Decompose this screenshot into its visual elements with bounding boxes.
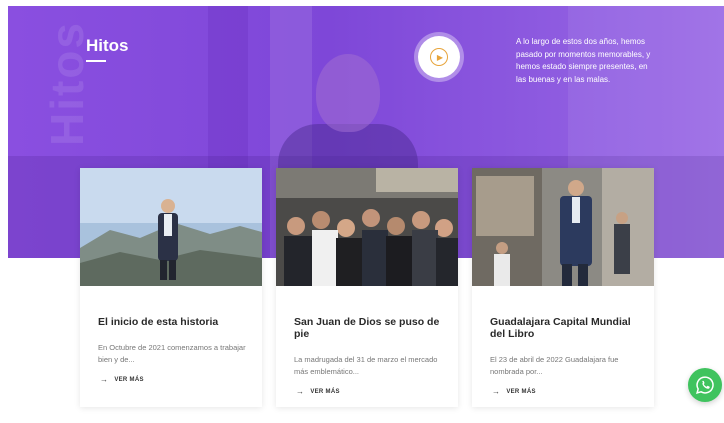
read-more-label: VER MÁS (310, 388, 340, 395)
arrow-right-icon: → (492, 387, 501, 396)
whatsapp-button[interactable] (688, 368, 722, 402)
card-image (80, 168, 262, 286)
card-excerpt: La madrugada del 31 de marzo el mercado … (294, 355, 438, 376)
hero-person-head (316, 54, 380, 132)
milestone-card[interactable]: San Juan de Dios se puso de pie La madru… (276, 168, 458, 407)
play-video-button[interactable]: ▶ (418, 36, 460, 78)
read-more-label: VER MÁS (506, 388, 536, 395)
read-more-link[interactable]: → VER MÁS (492, 387, 536, 396)
card-title[interactable]: El inicio de esta historia (98, 316, 248, 328)
milestone-card[interactable]: Guadalajara Capital Mundial del Libro El… (472, 168, 654, 407)
read-more-label: VER MÁS (114, 376, 144, 383)
arrow-right-icon: → (296, 387, 305, 396)
card-excerpt: En Octubre de 2021 comenzamos a trabajar… (98, 343, 246, 364)
play-circle-icon: ▶ (430, 48, 448, 66)
card-image (276, 168, 458, 286)
page-title: Hitos (86, 36, 129, 55)
read-more-link[interactable]: → VER MÁS (100, 375, 144, 384)
card-excerpt: El 23 de abril de 2022 Guadalajara fue n… (490, 355, 619, 376)
arrow-right-icon: → (100, 375, 109, 384)
milestone-card[interactable]: El inicio de esta historia En Octubre de… (80, 168, 262, 407)
title-underline (86, 60, 106, 62)
card-title[interactable]: San Juan de Dios se puso de pie (294, 316, 444, 340)
card-title[interactable]: Guadalajara Capital Mundial del Libro (490, 316, 640, 340)
hero-description: A lo largo de estos dos años, hemos pasa… (516, 37, 651, 84)
whatsapp-icon (696, 376, 714, 394)
read-more-link[interactable]: → VER MÁS (296, 387, 340, 396)
card-image (472, 168, 654, 286)
